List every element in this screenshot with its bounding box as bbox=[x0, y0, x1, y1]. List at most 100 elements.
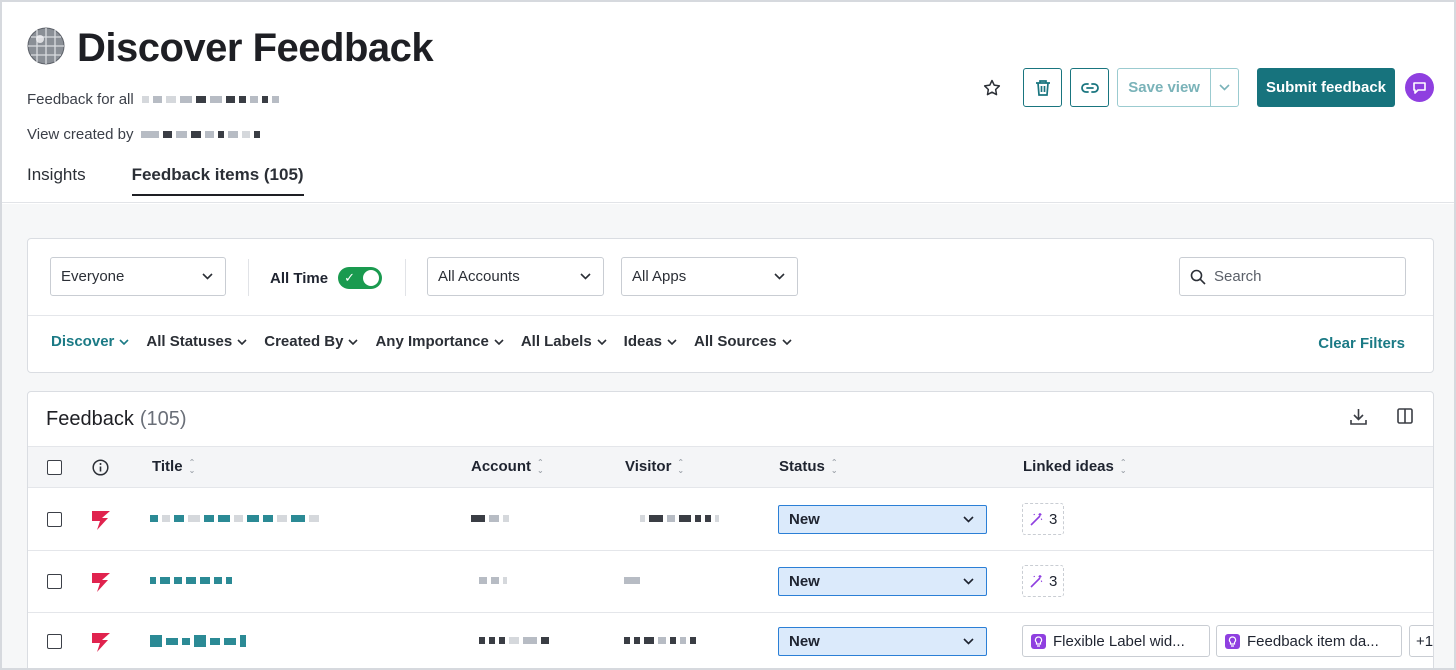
all-time-label: All Time bbox=[270, 269, 329, 287]
chevron-down-icon bbox=[597, 338, 607, 345]
importance-filter-label: Any Importance bbox=[375, 333, 489, 350]
title-row: Discover Feedback bbox=[27, 26, 434, 71]
apps-select[interactable]: All Apps bbox=[621, 257, 798, 296]
tab-insights[interactable]: Insights bbox=[27, 165, 86, 196]
feedback-for-line: Feedback for all bbox=[27, 91, 279, 108]
redacted-account bbox=[479, 637, 549, 644]
table-row[interactable]: New 3 bbox=[28, 489, 1433, 551]
filter-row-primary: Everyone All Time ✓ All Accounts All App… bbox=[28, 239, 1433, 316]
feedback-flag-icon bbox=[92, 573, 110, 592]
row-checkbox[interactable] bbox=[47, 512, 62, 527]
column-linked-ideas[interactable]: Linked ideas ⌃ ⌄ bbox=[1023, 458, 1127, 475]
accounts-select[interactable]: All Accounts bbox=[427, 257, 604, 296]
filter-row-secondary: Discover All Statuses Created By Any Imp… bbox=[51, 333, 792, 350]
chevron-down-icon bbox=[963, 638, 974, 645]
download-icon[interactable] bbox=[1350, 408, 1367, 430]
sources-filter[interactable]: All Sources bbox=[694, 333, 792, 350]
row-checkbox[interactable] bbox=[47, 574, 62, 589]
linked-ideas-count[interactable]: 3 bbox=[1022, 503, 1065, 535]
table-row[interactable]: New 3 bbox=[28, 551, 1433, 613]
redacted-title[interactable] bbox=[150, 515, 319, 522]
all-time-toggle[interactable]: ✓ bbox=[338, 267, 383, 289]
redacted-creator bbox=[141, 131, 261, 138]
chevron-down-icon bbox=[963, 516, 974, 523]
table-title-label: Feedback bbox=[46, 408, 134, 430]
columns-icon[interactable] bbox=[1397, 408, 1413, 430]
table-tools bbox=[1350, 408, 1413, 430]
link-icon bbox=[1080, 82, 1099, 93]
created-by-line: View created by bbox=[27, 126, 261, 143]
status-select[interactable]: New bbox=[778, 505, 987, 534]
column-status-label: Status bbox=[779, 458, 825, 475]
toggle-knob bbox=[363, 270, 380, 286]
save-view-button[interactable]: Save view bbox=[1118, 69, 1211, 106]
info-icon bbox=[92, 459, 109, 481]
row-checkbox[interactable] bbox=[47, 634, 62, 649]
idea-chip-label: Flexible Label wid... bbox=[1053, 632, 1185, 650]
redacted-title[interactable] bbox=[150, 635, 246, 647]
search-input[interactable] bbox=[1214, 268, 1384, 285]
clear-filters-link[interactable]: Clear Filters bbox=[1318, 335, 1405, 352]
delete-view-button[interactable] bbox=[1023, 68, 1063, 107]
status-value: New bbox=[789, 633, 820, 650]
ideas-filter[interactable]: Ideas bbox=[624, 333, 677, 350]
sort-icon: ⌃ ⌄ bbox=[1119, 457, 1127, 475]
chevron-down-icon bbox=[119, 338, 129, 345]
status-select[interactable]: New bbox=[778, 627, 987, 656]
disco-ball-icon bbox=[27, 27, 65, 70]
page-header: Discover Feedback Feedback for all View … bbox=[0, 0, 1456, 203]
linked-ideas-count-value: 3 bbox=[1049, 510, 1058, 528]
table-row[interactable]: New Flexible Label wid... Feedback item … bbox=[28, 613, 1433, 670]
column-account-label: Account bbox=[471, 458, 531, 475]
status-value: New bbox=[789, 511, 820, 528]
filter-panel: Everyone All Time ✓ All Accounts All App… bbox=[27, 238, 1434, 373]
status-value: New bbox=[789, 573, 820, 590]
table-title: Feedback (105) bbox=[46, 408, 187, 431]
lightbulb-icon bbox=[1225, 633, 1240, 649]
more-ideas-label: +1 bbox=[1416, 632, 1434, 650]
chevron-down-icon bbox=[237, 338, 247, 345]
redacted-title[interactable] bbox=[150, 577, 232, 584]
magic-wand-icon bbox=[1030, 512, 1043, 526]
search-icon bbox=[1190, 269, 1206, 285]
column-linked-ideas-label: Linked ideas bbox=[1023, 458, 1114, 475]
more-ideas-chip[interactable]: +1 bbox=[1409, 625, 1434, 657]
sort-icon: ⌃ ⌄ bbox=[188, 457, 196, 475]
chevron-down-icon[interactable] bbox=[1211, 69, 1238, 106]
feedback-flag-icon bbox=[92, 511, 110, 530]
created-by-filter[interactable]: Created By bbox=[264, 333, 359, 350]
save-view-group: Save view bbox=[1117, 68, 1239, 107]
audience-value: Everyone bbox=[61, 268, 125, 285]
feedback-table-card: Feedback (105) Title ⌃ ⌄ Account ⌃ ⌄ Visitor ⌃… bbox=[27, 391, 1434, 670]
status-filter[interactable]: All Statuses bbox=[146, 333, 247, 350]
chat-icon[interactable] bbox=[1405, 73, 1434, 102]
labels-filter[interactable]: All Labels bbox=[521, 333, 607, 350]
column-status[interactable]: Status ⌃ ⌄ bbox=[779, 458, 838, 475]
column-visitor[interactable]: Visitor ⌃ ⌄ bbox=[625, 458, 684, 475]
status-filter-label: All Statuses bbox=[146, 333, 233, 350]
status-select[interactable]: New bbox=[778, 567, 987, 596]
header-actions: Save view Submit feedback bbox=[977, 68, 1434, 107]
linked-ideas-count[interactable]: 3 bbox=[1022, 565, 1065, 597]
tab-feedback-items[interactable]: Feedback items (105) bbox=[131, 165, 304, 196]
submit-feedback-button[interactable]: Submit feedback bbox=[1256, 68, 1395, 107]
discover-filter[interactable]: Discover bbox=[51, 333, 129, 350]
chevron-down-icon bbox=[963, 578, 974, 585]
column-account[interactable]: Account ⌃ ⌄ bbox=[471, 458, 544, 475]
star-icon[interactable] bbox=[977, 68, 1007, 107]
column-title[interactable]: Title ⌃ ⌄ bbox=[152, 458, 195, 475]
redacted-visitor bbox=[624, 577, 640, 584]
discover-filter-label: Discover bbox=[51, 333, 115, 350]
copy-link-button[interactable] bbox=[1070, 68, 1110, 107]
chevron-down-icon bbox=[202, 273, 213, 280]
sort-icon: ⌃ ⌄ bbox=[830, 457, 838, 475]
idea-chip[interactable]: Feedback item da... bbox=[1216, 625, 1402, 657]
importance-filter[interactable]: Any Importance bbox=[375, 333, 504, 350]
select-all-checkbox[interactable] bbox=[47, 460, 62, 475]
feedback-for-label: Feedback for all bbox=[27, 91, 134, 108]
redacted-visitor bbox=[624, 637, 696, 644]
audience-select[interactable]: Everyone bbox=[50, 257, 226, 296]
idea-chip[interactable]: Flexible Label wid... bbox=[1022, 625, 1210, 657]
chevron-down-icon bbox=[781, 338, 792, 345]
sort-icon: ⌃ ⌄ bbox=[677, 457, 685, 475]
